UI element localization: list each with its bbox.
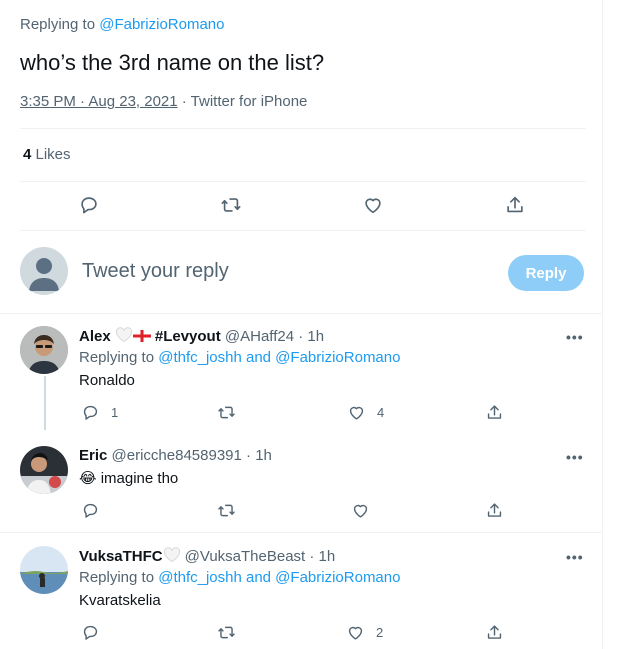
share-button[interactable] [481,619,507,645]
like-icon [365,198,381,214]
england-flag-icon [132,330,151,342]
retweet-button[interactable] [213,399,239,425]
tweet-time[interactable]: · 1h [242,447,272,464]
reply-icon [83,503,97,518]
reply-text: imagine tho [100,470,179,487]
avatar[interactable] [20,446,68,494]
likes-label: Likes [31,146,71,163]
replying-prefix: Replying to [79,349,155,366]
retweet-icon [217,504,235,516]
share-button[interactable] [481,399,507,425]
share-icon [487,624,501,639]
share-icon [507,196,523,213]
more-options-button[interactable]: ••• [566,549,584,565]
share-button[interactable] [502,192,528,218]
reply-button[interactable] [77,619,103,645]
author-handle: @VuksaTheBeast [184,548,306,565]
tweet-source: · Twitter for iPhone [177,93,308,110]
laughing-emoji-icon: 😂 [79,470,97,487]
reply-icon [81,197,97,214]
reply-icon [83,625,97,640]
like-count: 2 [376,625,384,640]
share-button[interactable] [481,497,507,523]
like-button[interactable] [342,619,368,645]
retweet-icon [217,406,235,418]
replying-handles-link[interactable]: @thfc_joshh and @FabrizioRomano [158,349,400,366]
reply-text-line: 😂 imagine tho [79,469,178,487]
replying-prefix: Replying to [20,16,96,33]
like-count: 4 [377,405,385,420]
conversation-column: Replying to @FabrizioRomano who’s the 3r… [0,0,603,649]
profile-photo [20,446,68,494]
divider [20,181,586,182]
more-options-button[interactable]: ••• [566,329,584,345]
divider [0,532,602,533]
retweet-button[interactable] [213,619,239,645]
thread-connector-line [44,376,46,430]
avatar[interactable] [20,546,68,594]
replying-handles-link[interactable]: @thfc_joshh and @FabrizioRomano [158,569,400,586]
white-heart-icon [115,327,132,343]
retweet-icon [221,198,241,212]
white-heart-icon [163,547,180,563]
retweet-icon [217,626,235,638]
reply-text: Kvaratskelia [79,592,161,609]
like-button[interactable] [360,192,386,218]
more-options-button[interactable]: ••• [566,449,584,465]
profile-photo [20,326,68,374]
tweet-timestamp-link[interactable]: 3:35 PM · Aug 23, 2021 [20,93,178,110]
reply-submit-button[interactable]: Reply [508,255,584,291]
tweet-author[interactable]: Alex #Levyout @AHaff24 · 1h [79,327,324,345]
likes-stat[interactable]: 4 Likes [23,146,71,163]
replying-to-line: Replying to @thfc_joshh and @FabrizioRom… [79,349,400,366]
replying-prefix: Replying to [79,569,155,586]
retweet-button[interactable] [213,497,239,523]
replying-to-line: Replying to @thfc_joshh and @FabrizioRom… [79,569,400,586]
author-handle: @ericche84589391 [111,447,242,464]
tweet-time[interactable]: · 1h [294,328,324,345]
reply-text: Ronaldo [79,372,135,389]
tweet-text: who’s the 3rd name on the list? [20,50,325,75]
profile-photo [20,546,68,594]
reply-icon [83,405,97,420]
default-avatar-icon [29,258,59,291]
tweet-author[interactable]: Eric @ericche84589391 · 1h [79,447,272,464]
divider [20,230,586,231]
author-display-name: Eric [79,447,108,464]
avatar[interactable] [20,326,68,374]
like-button[interactable] [343,399,369,425]
share-icon [487,404,501,419]
replying-to-line: Replying to @FabrizioRomano [20,16,225,33]
reply-button[interactable] [77,399,103,425]
reply-button[interactable] [77,497,103,523]
divider [0,313,602,314]
reply-button[interactable] [76,192,102,218]
like-button[interactable] [347,497,373,523]
tweet-time[interactable]: · 1h [305,548,335,565]
author-display-name: Alex [79,328,111,345]
retweet-button[interactable] [218,192,244,218]
share-icon [487,502,501,517]
user-avatar[interactable] [20,247,68,295]
author-name-suffix: #Levyout [154,328,221,345]
tweet-meta: 3:35 PM · Aug 23, 2021 · Twitter for iPh… [20,93,307,110]
like-icon [348,626,362,640]
author-display-name: VuksaTHFC [79,548,163,565]
tweet-author[interactable]: VuksaTHFC @VuksaTheBeast · 1h [79,547,335,565]
replying-handle-link[interactable]: @FabrizioRomano [99,16,224,33]
divider [20,128,586,129]
like-icon [353,504,367,518]
like-icon [349,406,363,420]
author-handle: @AHaff24 [224,328,295,345]
reply-count: 1 [111,405,119,420]
reply-compose-input[interactable]: Tweet your reply [82,260,229,283]
